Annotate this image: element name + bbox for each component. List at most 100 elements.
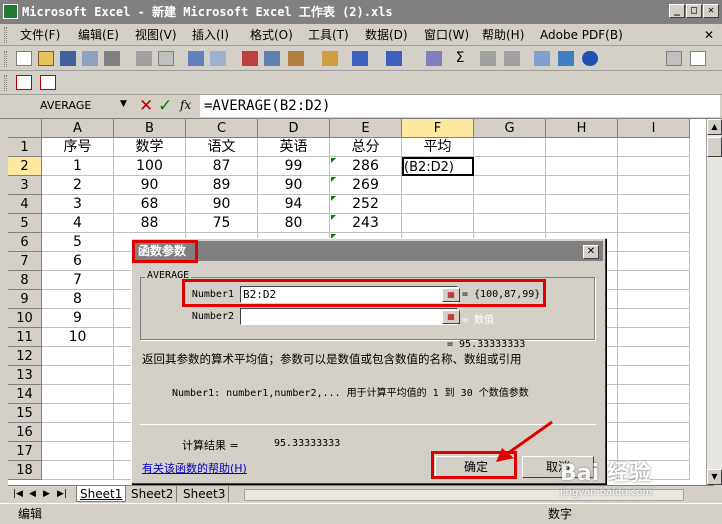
cell-h1[interactable]	[546, 138, 618, 157]
close-button[interactable]: ✕	[703, 4, 719, 18]
cell-h5[interactable]	[546, 214, 618, 233]
open-folder-icon[interactable]	[38, 51, 54, 66]
cell-a6[interactable]: 5	[42, 233, 114, 252]
cell-c4[interactable]: 90	[186, 195, 258, 214]
row-header-6[interactable]: 6	[8, 233, 42, 252]
row-header-13[interactable]: 13	[8, 366, 42, 385]
formula-error-indicator-icon[interactable]	[331, 196, 336, 201]
column-header-d[interactable]: D	[258, 119, 330, 138]
formula-error-indicator-icon[interactable]	[331, 158, 336, 163]
print-preview-icon[interactable]	[158, 51, 174, 66]
scroll-up-icon[interactable]: ▲	[707, 119, 722, 135]
formula-error-indicator-icon[interactable]	[331, 215, 336, 220]
cell-d2[interactable]: 99	[258, 157, 330, 176]
chart-wizard-icon[interactable]	[534, 51, 550, 66]
number2-field[interactable]	[240, 308, 458, 325]
insert-function-icon[interactable]: fx	[180, 98, 191, 112]
cell-b1[interactable]: 数学	[114, 138, 186, 157]
menu-adobe-pdf[interactable]: Adobe PDF(B)	[540, 27, 623, 43]
cell-h4[interactable]	[546, 195, 618, 214]
drawing-icon[interactable]	[558, 51, 574, 66]
cell-g2[interactable]	[474, 157, 546, 176]
prev-sheet-icon[interactable]: ◀	[26, 486, 39, 502]
tab-sheet3[interactable]: Sheet3	[180, 486, 230, 502]
cell-h2[interactable]	[546, 157, 618, 176]
row-header-2[interactable]: 2	[8, 157, 42, 176]
cell-e1[interactable]: 总分	[330, 138, 402, 157]
toolbar-options-icon[interactable]	[666, 51, 682, 66]
autosum-icon[interactable]: Σ	[452, 51, 468, 66]
cell-i8[interactable]	[618, 271, 690, 290]
cell-i9[interactable]	[618, 290, 690, 309]
cell-g1[interactable]	[474, 138, 546, 157]
dialog-close-icon[interactable]: ✕	[583, 245, 599, 259]
cell-a10[interactable]: 9	[42, 309, 114, 328]
cell-e3[interactable]: 269	[330, 176, 402, 195]
select-all-corner[interactable]	[8, 119, 42, 138]
function-help-link[interactable]: 有关该函数的帮助(H)	[142, 460, 247, 476]
menu-help[interactable]: 帮助(H)	[482, 27, 524, 43]
email-icon[interactable]	[104, 51, 120, 66]
cell-f5[interactable]	[402, 214, 474, 233]
cell-a16[interactable]	[42, 423, 114, 442]
convert-to-pdf-icon[interactable]	[16, 75, 32, 90]
row-header-16[interactable]: 16	[8, 423, 42, 442]
cell-g3[interactable]	[474, 176, 546, 195]
cancel-formula-icon[interactable]: ✕	[139, 96, 153, 116]
cell-a1[interactable]: 序号	[42, 138, 114, 157]
menu-file[interactable]: 文件(F)	[20, 27, 60, 43]
cell-a2[interactable]: 1	[42, 157, 114, 176]
scroll-thumb[interactable]	[707, 137, 722, 157]
cell-i5[interactable]	[618, 214, 690, 233]
cell-b3[interactable]: 90	[114, 176, 186, 195]
maximize-button[interactable]: □	[686, 4, 702, 18]
tab-sheet1[interactable]: Sheet1	[76, 486, 127, 502]
cell-a4[interactable]: 3	[42, 195, 114, 214]
cell-c1[interactable]: 语文	[186, 138, 258, 157]
cell-a18[interactable]	[42, 461, 114, 480]
cell-i3[interactable]	[618, 176, 690, 195]
number1-field[interactable]: B2:D2	[240, 286, 458, 303]
cell-i15[interactable]	[618, 404, 690, 423]
paste-icon[interactable]	[288, 51, 304, 66]
cell-b4[interactable]: 68	[114, 195, 186, 214]
pdf-email-icon[interactable]	[40, 75, 56, 90]
row-header-8[interactable]: 8	[8, 271, 42, 290]
row-header-7[interactable]: 7	[8, 252, 42, 271]
name-box-dropdown-icon[interactable]: ▼	[120, 99, 127, 109]
first-sheet-icon[interactable]: |◀	[10, 486, 26, 502]
research-icon[interactable]	[210, 51, 226, 66]
formula-input[interactable]: =AVERAGE(B2:D2)	[200, 95, 720, 117]
cell-f4[interactable]	[402, 195, 474, 214]
column-header-g[interactable]: G	[474, 119, 546, 138]
cell-i6[interactable]	[618, 233, 690, 252]
cell-i14[interactable]	[618, 385, 690, 404]
cell-i16[interactable]	[618, 423, 690, 442]
row-header-14[interactable]: 14	[8, 385, 42, 404]
cell-i10[interactable]	[618, 309, 690, 328]
cut-icon[interactable]	[242, 51, 258, 66]
cell-a15[interactable]	[42, 404, 114, 423]
menu-grip[interactable]	[4, 27, 7, 43]
help-icon[interactable]	[582, 51, 598, 66]
cell-a3[interactable]: 2	[42, 176, 114, 195]
column-header-b[interactable]: B	[114, 119, 186, 138]
new-document-icon[interactable]	[16, 51, 32, 66]
pdf-toolbar-grip[interactable]	[4, 75, 7, 91]
cell-c5[interactable]: 75	[186, 214, 258, 233]
cell-d3[interactable]: 90	[258, 176, 330, 195]
cell-e5[interactable]: 243	[330, 214, 402, 233]
last-sheet-icon[interactable]: ▶|	[54, 486, 70, 502]
cell-a7[interactable]: 6	[42, 252, 114, 271]
sort-ascending-icon[interactable]	[480, 51, 496, 66]
cell-i13[interactable]	[618, 366, 690, 385]
cell-b5[interactable]: 88	[114, 214, 186, 233]
next-sheet-icon[interactable]: ▶	[40, 486, 53, 502]
redo-icon[interactable]	[386, 51, 402, 66]
spelling-icon[interactable]	[188, 51, 204, 66]
column-header-a[interactable]: A	[42, 119, 114, 138]
cell-f2[interactable]: (B2:D2)	[402, 157, 474, 176]
save-icon[interactable]	[60, 51, 76, 66]
row-header-9[interactable]: 9	[8, 290, 42, 309]
cell-d1[interactable]: 英语	[258, 138, 330, 157]
